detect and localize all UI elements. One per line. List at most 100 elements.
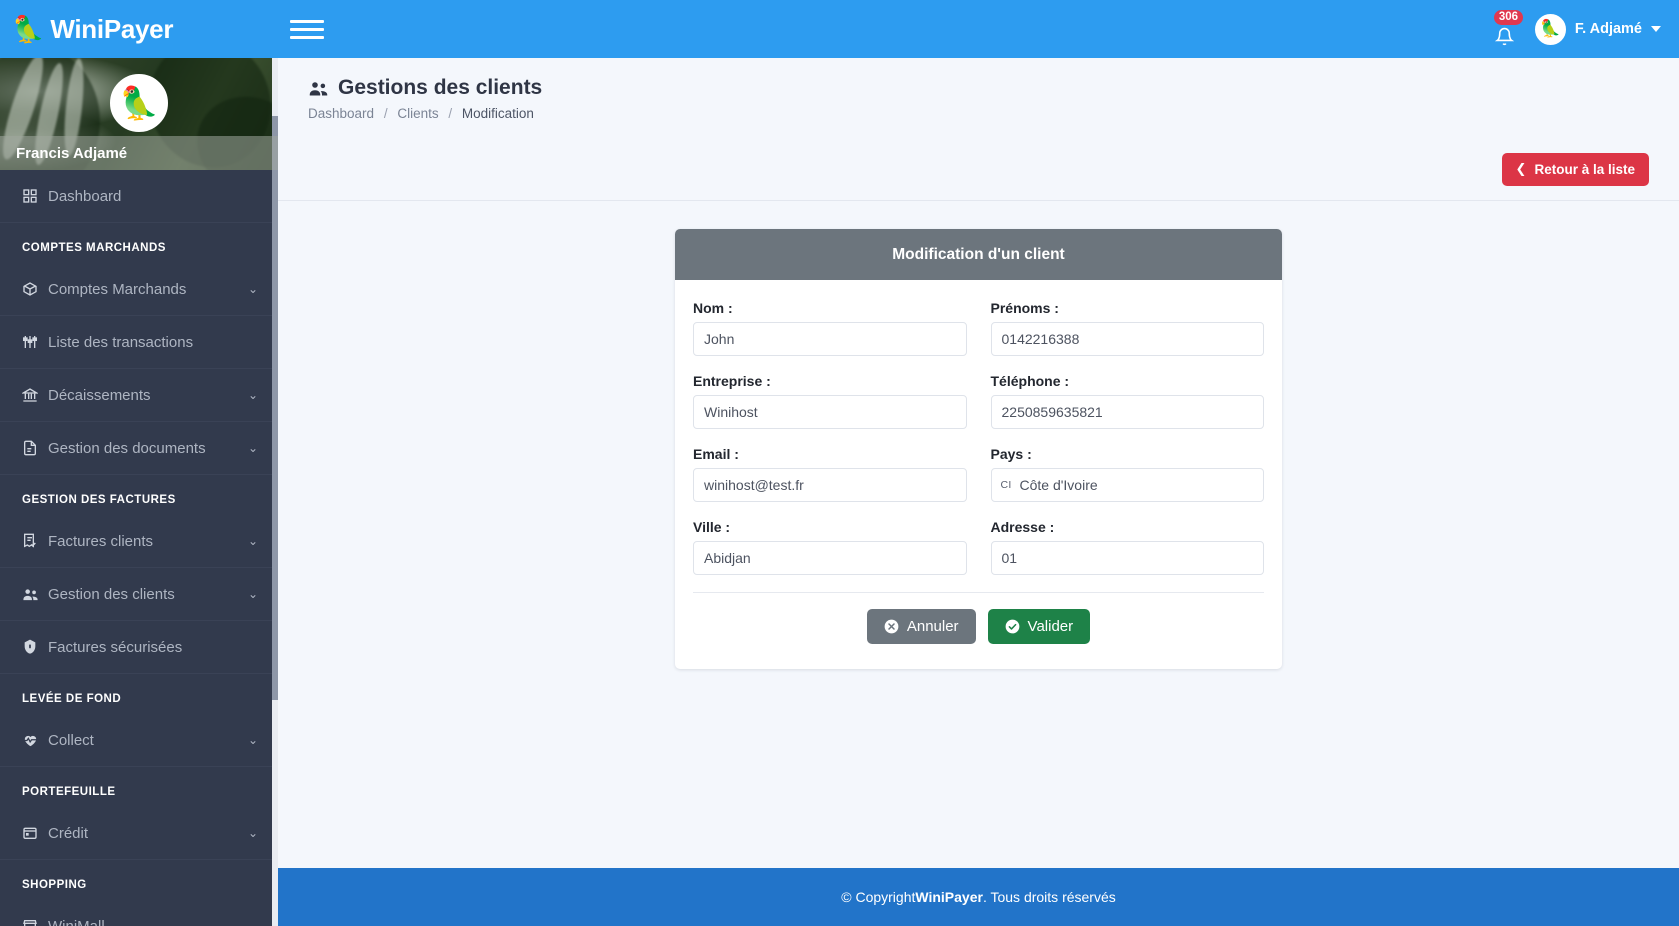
- field-group-entreprise: Entreprise :: [693, 373, 967, 429]
- receipt-check-icon: [22, 533, 48, 549]
- form-card-zone: Modification d'un client Nom : Prénoms :: [278, 201, 1679, 868]
- input-pays[interactable]: [990, 468, 1264, 502]
- sidebar-item-label: Gestion des clients: [48, 585, 175, 603]
- wallet-icon: [22, 825, 48, 841]
- footer-brand: WiniPayer: [915, 889, 983, 905]
- input-nom[interactable]: [693, 322, 967, 356]
- chevron-down-icon: ⌄: [247, 388, 258, 402]
- input-prenoms[interactable]: [990, 322, 1264, 356]
- page-header: Gestions des clients Dashboard / Clients…: [278, 58, 1679, 121]
- users-icon: [22, 586, 48, 603]
- sidebar-item-winimall[interactable]: WiniMall ⌄: [0, 900, 278, 926]
- user-menu[interactable]: 🦜 F. Adjamé: [1534, 13, 1661, 45]
- label-entreprise: Entreprise :: [693, 373, 771, 389]
- users-icon: [308, 78, 329, 99]
- chevron-down-icon: ⌄: [247, 826, 258, 840]
- field-group-ville: Ville :: [693, 519, 967, 575]
- hamburger-bar: [290, 35, 324, 39]
- brand-name: WiniPayer: [50, 13, 174, 44]
- parrot-logo-icon: 🦜: [12, 14, 45, 44]
- input-entreprise[interactable]: [693, 395, 967, 429]
- sidebar-item-label: Dashboard: [48, 187, 122, 205]
- input-email[interactable]: [693, 468, 967, 502]
- sidebar-item-label: Collect: [48, 731, 94, 749]
- sidebar-item-factures-clients[interactable]: Factures clients ⌄: [0, 515, 278, 568]
- chevron-down-icon: ⌄: [247, 534, 258, 548]
- page-title-text: Gestions des clients: [338, 76, 543, 99]
- label-telephone: Téléphone :: [990, 373, 1070, 389]
- sidebar-item-liste-des-transactions[interactable]: Liste des transactions: [0, 316, 278, 369]
- breadcrumb: Dashboard / Clients / Modification: [308, 106, 1649, 121]
- field-group-prenoms: Prénoms :: [990, 300, 1264, 356]
- page-footer: © Copyright WiniPayer . Tous droits rése…: [278, 868, 1679, 926]
- breadcrumb-separator: /: [448, 106, 453, 121]
- store-icon: [22, 918, 48, 926]
- main-content: Gestions des clients Dashboard / Clients…: [278, 58, 1679, 926]
- notifications-button[interactable]: 306: [1491, 10, 1524, 48]
- sidebar-section-levee-de-fond: LEVÉE DE FOND: [22, 693, 122, 705]
- input-adresse[interactable]: [990, 541, 1264, 575]
- chevron-down-icon: ⌄: [247, 733, 258, 747]
- sidebar-item-gestion-des-documents[interactable]: Gestion des documents ⌄: [0, 422, 278, 475]
- sidebar-profile-name-bar: Francis Adjamé: [0, 136, 278, 170]
- label-nom: Nom :: [693, 300, 733, 316]
- sidebar-item-label: Factures sécurisées: [48, 638, 183, 656]
- sidebar-item-label: Factures clients: [48, 532, 154, 550]
- shield-icon: [22, 639, 48, 655]
- brand-logo[interactable]: 🦜 WiniPayer: [0, 0, 278, 58]
- sliders-icon: [22, 334, 48, 350]
- sidebar-section-shopping: SHOPPING: [22, 879, 87, 891]
- hamburger-bar: [290, 27, 324, 31]
- input-ville[interactable]: [693, 541, 967, 575]
- submit-label: Valider: [1027, 618, 1074, 635]
- field-group-pays: Pays : CI: [990, 446, 1264, 502]
- chevron-down-icon: ⌄: [247, 282, 258, 296]
- page-title: Gestions des clients: [308, 76, 1649, 100]
- footer-prefix: © Copyright: [841, 889, 916, 905]
- label-adresse: Adresse :: [990, 519, 1055, 535]
- check-circle-icon: [1005, 619, 1020, 634]
- form-row: Email : Pays : CI: [693, 446, 1264, 502]
- card-title: Modification d'un client: [892, 245, 1065, 263]
- hamburger-bar: [290, 19, 324, 23]
- form-row: Entreprise : Téléphone :: [693, 373, 1264, 429]
- cancel-button[interactable]: Annuler: [866, 609, 976, 644]
- sidebar-item-collect[interactable]: Collect ⌄: [0, 714, 278, 767]
- file-icon: [22, 440, 48, 456]
- sidebar-item-decaissements[interactable]: Décaissements ⌄: [0, 369, 278, 422]
- breadcrumb-separator: /: [383, 106, 388, 121]
- breadcrumb-clients[interactable]: Clients: [397, 106, 438, 121]
- sidebar-item-label: Gestion des documents: [48, 439, 206, 457]
- sidebar-profile-header: 🦜 Francis Adjamé: [0, 58, 278, 170]
- sidebar-profile-name: Francis Adjamé: [16, 144, 128, 162]
- card-actions: Annuler Valider: [693, 593, 1264, 664]
- label-pays: Pays :: [990, 446, 1032, 462]
- sidebar-nav-list: Dashboard COMPTES MARCHANDS Comptes Marc…: [0, 170, 278, 926]
- sidebar-avatar: 🦜: [110, 74, 168, 132]
- submit-button[interactable]: Valider: [987, 609, 1091, 644]
- sidebar-item-label: WiniMall: [48, 917, 105, 926]
- hamburger-icon[interactable]: [290, 14, 324, 44]
- sidebar-item-comptes-marchands[interactable]: Comptes Marchands ⌄: [0, 263, 278, 316]
- sidebar-item-label: Décaissements: [48, 386, 151, 404]
- sidebar-section-portefeuille: PORTEFEUILLE: [22, 786, 116, 798]
- back-to-list-button[interactable]: ❮ Retour à la liste: [1501, 153, 1649, 186]
- sidebar-item-factures-securisees[interactable]: Factures sécurisées: [0, 621, 278, 674]
- user-avatar: 🦜: [1534, 13, 1566, 45]
- label-email: Email :: [693, 446, 739, 462]
- bank-icon: [22, 387, 48, 403]
- form-row: Ville : Adresse :: [693, 519, 1264, 575]
- sidebar-item-dashboard[interactable]: Dashboard: [0, 170, 278, 223]
- input-telephone[interactable]: [990, 395, 1264, 429]
- breadcrumb-dashboard[interactable]: Dashboard: [308, 106, 374, 121]
- topbar-right-group: 306 🦜 F. Adjamé: [1491, 10, 1679, 48]
- card-body: Nom : Prénoms : Entreprise : Téléphone :: [675, 280, 1282, 664]
- field-group-telephone: Téléphone :: [990, 373, 1264, 429]
- sidebar-item-gestion-des-clients[interactable]: Gestion des clients ⌄: [0, 568, 278, 621]
- pays-input-wrapper: CI: [990, 468, 1264, 502]
- field-group-adresse: Adresse :: [990, 519, 1264, 575]
- times-circle-icon: [884, 619, 899, 634]
- footer-suffix: . Tous droits réservés: [982, 889, 1116, 905]
- sidebar-item-credit[interactable]: Crédit ⌄: [0, 807, 278, 860]
- chevron-down-icon: ⌄: [247, 919, 258, 926]
